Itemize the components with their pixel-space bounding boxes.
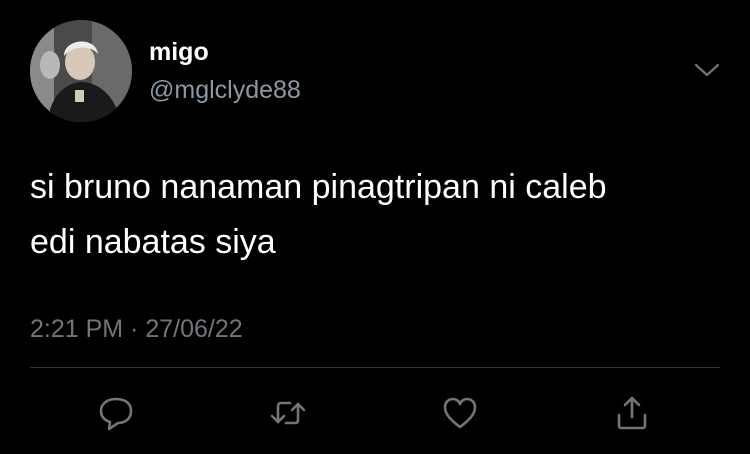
like-button[interactable] bbox=[440, 393, 480, 433]
profile-photo bbox=[30, 20, 132, 122]
share-icon bbox=[617, 396, 647, 430]
divider bbox=[30, 367, 720, 368]
display-name[interactable]: migo bbox=[149, 37, 209, 67]
timestamp[interactable]: 2:21 PM · 27/06/22 bbox=[30, 312, 243, 346]
user-handle[interactable]: @mglclyde88 bbox=[149, 75, 301, 105]
tweet-text: si bruno nanaman pinagtripan ni caleb ed… bbox=[30, 160, 720, 270]
like-icon bbox=[443, 397, 477, 429]
reply-button[interactable] bbox=[96, 393, 136, 433]
chevron-down-icon[interactable] bbox=[694, 60, 720, 80]
retweet-icon bbox=[270, 401, 306, 425]
avatar[interactable] bbox=[30, 20, 132, 122]
tweet-text-line: edi nabatas siya bbox=[30, 223, 276, 261]
reply-icon bbox=[99, 397, 133, 431]
retweet-button[interactable] bbox=[268, 393, 308, 433]
tweet-text-line: si bruno nanaman pinagtripan ni caleb bbox=[30, 168, 607, 206]
share-button[interactable] bbox=[612, 393, 652, 433]
